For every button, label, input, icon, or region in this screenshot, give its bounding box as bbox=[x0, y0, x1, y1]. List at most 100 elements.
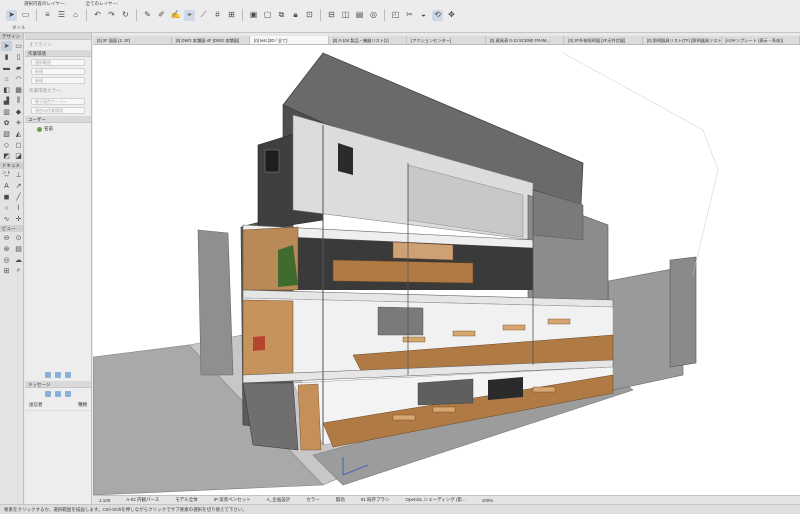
zoom-level[interactable]: 100% bbox=[482, 498, 494, 503]
pick-up-icon[interactable]: ✐ bbox=[156, 10, 167, 21]
unlock-icon[interactable]: ⊡ bbox=[304, 10, 315, 21]
wall-tool-icon[interactable]: ▮ bbox=[1, 52, 12, 62]
inject-icon[interactable]: ✍ bbox=[170, 10, 181, 21]
workspace-new-field-2[interactable]: 新規 bbox=[31, 77, 85, 84]
roof-tool-icon[interactable]: ⌂ bbox=[1, 74, 12, 84]
wall-end-tool-icon[interactable]: ◪ bbox=[13, 151, 24, 161]
display-select[interactable]: A_企画設計 bbox=[267, 497, 291, 503]
detail-tool-icon[interactable]: ◎ bbox=[1, 255, 12, 265]
shell-tool-icon[interactable]: ◠ bbox=[13, 74, 24, 84]
morph-tool-icon[interactable]: ◆ bbox=[13, 107, 24, 117]
navigate-icon[interactable]: ✥ bbox=[446, 10, 457, 21]
line-tool-icon[interactable]: ╱ bbox=[13, 192, 24, 202]
marquee-tool-icon[interactable]: ▭ bbox=[13, 41, 24, 51]
filter-icon[interactable] bbox=[65, 391, 71, 397]
stair-tool-icon[interactable]: ▟ bbox=[1, 96, 12, 106]
grid-tool-icon[interactable]: ⊞ bbox=[1, 266, 12, 276]
open-icon[interactable]: ⌂ bbox=[70, 10, 81, 21]
slab-tool-icon[interactable]: ▰ bbox=[13, 63, 24, 73]
pen-set-select[interactable]: IP 実装ペンセット bbox=[214, 497, 251, 503]
msg-col-type[interactable]: 種類 bbox=[78, 402, 87, 408]
dimension-tool-icon[interactable]: ↔ bbox=[1, 170, 12, 180]
user-list-item[interactable]: 名前 bbox=[25, 123, 91, 135]
railing-tool-icon[interactable]: ⫼ bbox=[13, 96, 24, 106]
tab-a3-template[interactable]: [A3テンプレート (表示・系体)] bbox=[722, 36, 800, 44]
skylight-tool-icon[interactable]: ◇ bbox=[1, 140, 12, 150]
3d-window-icon[interactable]: ◰ bbox=[390, 10, 401, 21]
model-view-select[interactable]: モデル全体 bbox=[175, 497, 198, 503]
camera-tool-icon[interactable]: ⌕ bbox=[13, 266, 24, 276]
arrow-icon[interactable]: ➤ bbox=[6, 9, 17, 21]
grid-icon[interactable]: # bbox=[212, 10, 223, 21]
beam-tool-icon[interactable]: ▬ bbox=[1, 63, 12, 73]
override-select[interactable]: 無効 bbox=[336, 497, 345, 503]
tab-dwg-4f[interactable]: [0] DWG 本舗図-4F [DWG 本舗図] bbox=[172, 36, 251, 44]
users-header[interactable]: ユーザー bbox=[25, 116, 91, 123]
messages-header[interactable]: メッセージ bbox=[25, 381, 91, 388]
layer-all-icon[interactable]: ☰ bbox=[56, 10, 67, 21]
marquee-icon[interactable]: ▭ bbox=[20, 10, 31, 21]
tab-product-list[interactable]: [0] 0-104 製品・機器リスト[1] bbox=[329, 36, 408, 44]
opening-tool-icon[interactable]: ◻ bbox=[13, 140, 24, 150]
elevation-icon[interactable]: ◫ bbox=[340, 10, 351, 21]
request-icon[interactable] bbox=[55, 372, 61, 378]
hotspot-tool-icon[interactable]: ✛ bbox=[13, 214, 24, 224]
scale-select[interactable]: 1:100 bbox=[99, 498, 110, 503]
graphic-override-select[interactable]: カラー bbox=[306, 497, 320, 503]
worksheet-tool-icon[interactable]: ▤ bbox=[13, 244, 24, 254]
interior-elevation-tool-icon[interactable]: ⊛ bbox=[1, 244, 12, 254]
users-icon[interactable] bbox=[65, 372, 71, 378]
text-tool-icon[interactable]: A bbox=[1, 181, 12, 191]
msg-col-sender[interactable]: 送信者 bbox=[29, 402, 43, 408]
section-icon[interactable]: ⊟ bbox=[326, 10, 337, 21]
section-tool-icon[interactable]: ⊖ bbox=[1, 233, 12, 243]
suspend-icon[interactable]: ⧉ bbox=[276, 10, 287, 21]
workspace-header[interactable]: 作業環境 bbox=[25, 50, 91, 57]
workspace-new-field[interactable]: 新規 bbox=[31, 68, 85, 75]
tab-action-center[interactable]: [アクションセンター] bbox=[407, 36, 486, 44]
level-dimension-tool-icon[interactable]: ⊥ bbox=[13, 170, 24, 180]
tab-2f-plan[interactable]: [0] 2F 図面 [2. 2F] bbox=[93, 36, 172, 44]
group-icon[interactable]: ▣ bbox=[248, 10, 259, 21]
zone-tool-icon[interactable]: ▧ bbox=[1, 129, 12, 139]
spline-tool-icon[interactable]: ∿ bbox=[1, 214, 12, 224]
building-section-model[interactable] bbox=[93, 45, 800, 495]
3d-style-icon[interactable]: ◒ bbox=[418, 10, 429, 21]
change-tool-icon[interactable]: ☁ bbox=[13, 255, 24, 265]
door-tool-icon[interactable]: ◧ bbox=[1, 85, 12, 95]
circle-tool-icon[interactable]: ○ bbox=[1, 203, 12, 213]
rotate-icon[interactable]: ↻ bbox=[120, 10, 131, 21]
snap-icon[interactable]: ⌖ bbox=[184, 9, 195, 21]
layer-combination-select[interactable]: A-02 内観パース bbox=[126, 497, 159, 503]
tab-3d-test[interactable]: [0] test [3D / 全て] bbox=[250, 36, 329, 44]
grid-snap-icon[interactable]: ⊞ bbox=[226, 10, 237, 21]
compose-icon[interactable] bbox=[45, 391, 51, 397]
layer-icon[interactable]: ≡ bbox=[42, 10, 53, 21]
window-tool-icon[interactable]: ▦ bbox=[13, 85, 24, 95]
tab-door-schedule[interactable]: [0] 建具表 0-13 SCENE FRAM... bbox=[486, 36, 565, 44]
curtain-wall-tool-icon[interactable]: ▥ bbox=[1, 107, 12, 117]
lamp-tool-icon[interactable]: ☀ bbox=[13, 118, 24, 128]
lock-icon[interactable]: 🔒︎ bbox=[290, 10, 301, 21]
workspace-select-field[interactable]: 選択範囲 bbox=[31, 59, 85, 66]
current-workspace-button[interactable]: 現在の作業環境 bbox=[31, 107, 85, 114]
fill-tool-icon[interactable]: ◼ bbox=[1, 192, 12, 202]
ungroup-icon[interactable]: ▢ bbox=[262, 10, 273, 21]
column-tool-icon[interactable]: ▯ bbox=[13, 52, 24, 62]
renovation-filter-select[interactable]: 01 既存プラン bbox=[361, 497, 390, 503]
label-tool-icon[interactable]: ↗ bbox=[13, 181, 24, 191]
object-tool-icon[interactable]: ✿ bbox=[1, 118, 12, 128]
send-icon[interactable] bbox=[45, 372, 51, 378]
3d-viewport[interactable] bbox=[93, 45, 800, 495]
render-engine-select[interactable]: OpenGL シェーディング (影... bbox=[406, 497, 466, 503]
orbit-icon[interactable]: ⟲ bbox=[432, 9, 443, 21]
inbox-icon[interactable] bbox=[55, 391, 61, 397]
workspace-color-field[interactable]: 最下面色サーバー bbox=[31, 98, 85, 105]
polyline-tool-icon[interactable]: ⌇ bbox=[13, 203, 24, 213]
detail-icon[interactable]: ◎ bbox=[368, 10, 379, 21]
redo-icon[interactable]: ↷ bbox=[106, 10, 117, 21]
tab-2f-lighting[interactable]: [0] 2F外装照明図 [2F天井伏図] bbox=[564, 36, 643, 44]
undo-icon[interactable]: ↶ bbox=[92, 10, 103, 21]
arrow-tool-icon[interactable]: ➤ bbox=[1, 41, 12, 51]
pen-icon[interactable]: ✎ bbox=[142, 10, 153, 21]
